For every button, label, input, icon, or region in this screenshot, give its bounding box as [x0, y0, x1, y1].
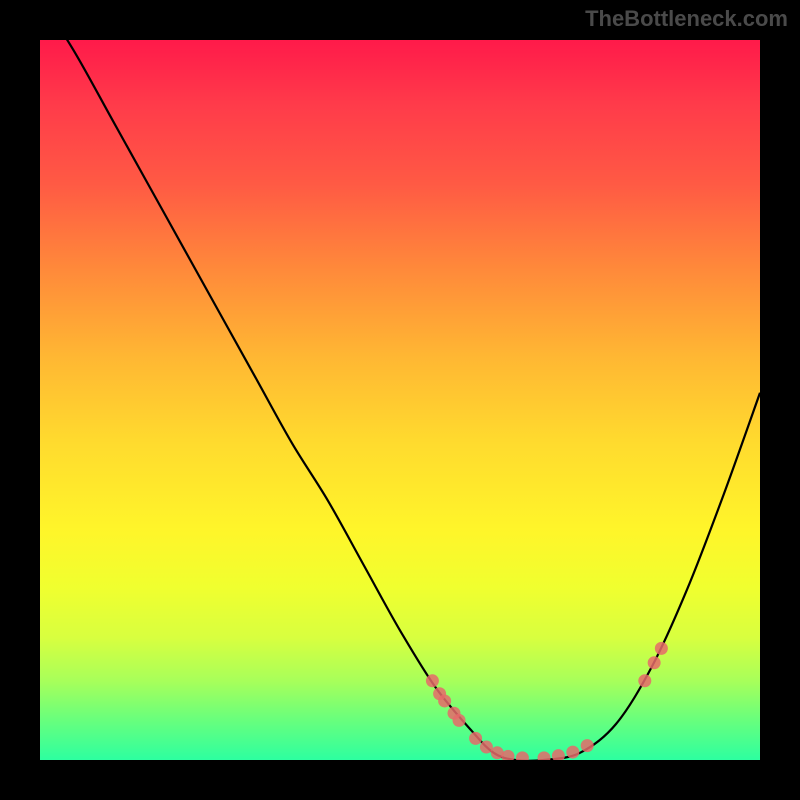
plot-area — [40, 40, 760, 760]
watermark-text: TheBottleneck.com — [585, 6, 788, 32]
gradient-background — [40, 40, 760, 760]
